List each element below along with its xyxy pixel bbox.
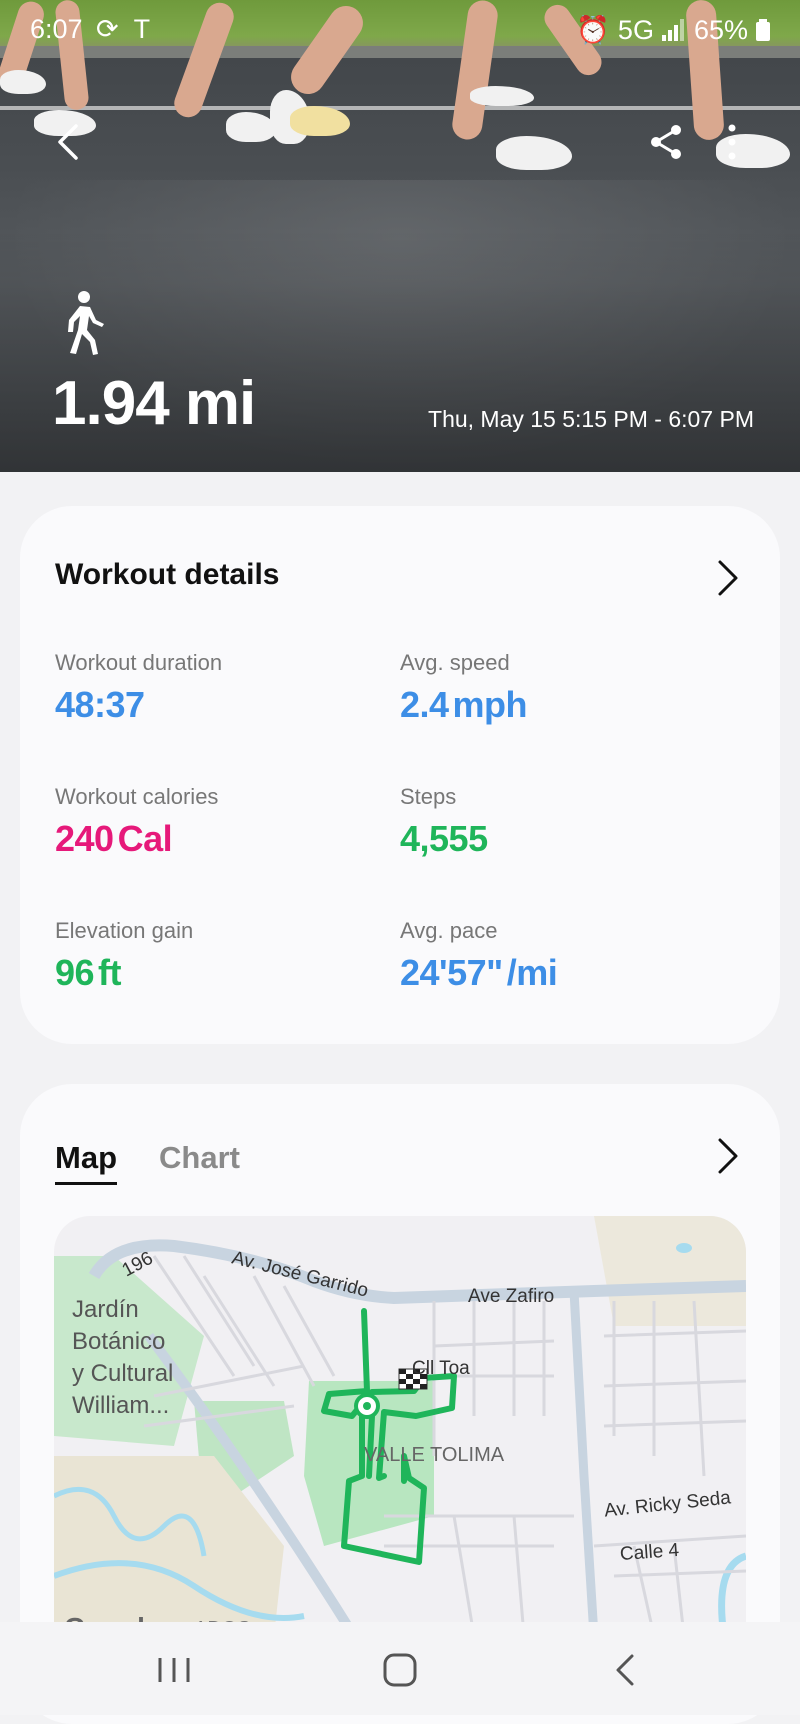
status-right: ⏰ 5G 65%: [576, 14, 770, 46]
chevron-right-icon[interactable]: [716, 1136, 740, 1176]
runner-shoe: [290, 106, 350, 136]
system-nav-bar: [0, 1622, 800, 1715]
metric-value: 240 Cal: [55, 818, 173, 859]
metric-label: Avg. speed: [400, 650, 510, 675]
metric-avg-speed: Avg. speed 2.4 mph: [400, 650, 730, 726]
metric-label: Avg. pace: [400, 918, 498, 943]
metric-value: 96 ft: [55, 952, 122, 993]
status-bar: 6:07 ⟳ T ⏰ 5G 65%: [0, 0, 800, 58]
metric-value: 24'57"/mi: [400, 952, 558, 993]
distance-value: 1.94 mi: [52, 369, 256, 438]
tab-map[interactable]: Map: [55, 1140, 117, 1185]
network-label: 5G: [617, 14, 654, 45]
notification-icons: ⟳ T: [96, 14, 155, 44]
walk-icon: [68, 291, 104, 355]
hero-photo: 6:07 ⟳ T ⏰ 5G 65% 1.94 mi Thu, May 15 5:…: [0, 0, 800, 472]
back-nav-button[interactable]: [604, 1648, 648, 1692]
metric-value: 4,555: [400, 818, 488, 859]
metric-label: Workout calories: [55, 784, 219, 809]
runner-shoe: [496, 136, 572, 170]
metric-value: 48:37: [55, 684, 145, 725]
route-map[interactable]: 196 Av. José Garrido Ave Zafiro Cll Toa …: [54, 1216, 746, 1636]
workout-details-title: Workout details: [55, 558, 280, 591]
signal-icon: [661, 19, 684, 41]
metric-workout-calories: Workout calories 240 Cal: [55, 784, 385, 860]
back-button[interactable]: [50, 122, 90, 162]
metric-workout-duration: Workout duration 48:37: [55, 650, 385, 726]
workout-date-range: Thu, May 15 5:15 PM - 6:07 PM: [428, 406, 754, 432]
tab-chart[interactable]: Chart: [159, 1140, 240, 1185]
metric-steps: Steps 4,555: [400, 784, 730, 860]
alarm-icon: ⏰: [576, 15, 610, 45]
map-label-zafiro: Ave Zafiro: [468, 1286, 555, 1307]
sand-area: [594, 1216, 746, 1326]
metric-label: Workout duration: [55, 650, 223, 675]
runner-shoe: [470, 86, 534, 106]
workout-details-card[interactable]: Workout details Workout duration 48:37 A…: [20, 506, 780, 1044]
chevron-right-icon[interactable]: [716, 558, 740, 598]
map-label-valle-tolima: VALLE TOLIMA: [364, 1444, 505, 1466]
share-button[interactable]: [646, 122, 686, 162]
map-chart-tabs: Map Chart: [55, 1140, 240, 1185]
battery-percent: 65%: [693, 14, 748, 45]
metric-value: 2.4 mph: [400, 684, 528, 725]
map-label-jardin: Jardín Botánico y Cultural William...: [72, 1296, 174, 1419]
status-time: 6:07: [30, 14, 83, 44]
metric-avg-pace: Avg. pace 24'57"/mi: [400, 918, 730, 994]
battery-icon: [756, 19, 770, 41]
lane-line: [0, 106, 800, 110]
map-canvas: [54, 1216, 746, 1636]
more-options-button[interactable]: [712, 122, 752, 162]
runner-shoe: [0, 70, 46, 94]
map-label-toa: Cll Toa: [412, 1358, 470, 1379]
map-label-calle4: Calle 4: [619, 1539, 680, 1566]
metric-label: Steps: [400, 784, 457, 809]
runner-shoe: [226, 112, 276, 142]
metric-elevation-gain: Elevation gain 96 ft: [55, 918, 385, 994]
home-button[interactable]: [378, 1648, 422, 1692]
metric-label: Elevation gain: [55, 918, 194, 943]
recent-apps-button[interactable]: [152, 1648, 196, 1692]
